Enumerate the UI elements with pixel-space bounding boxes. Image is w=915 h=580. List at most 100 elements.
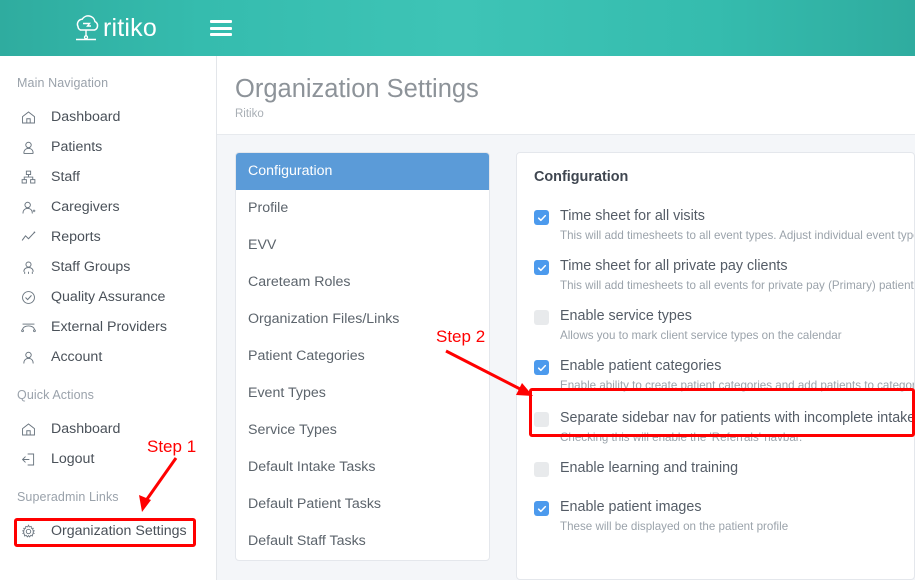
sidebar-item-label: Dashboard	[51, 421, 120, 437]
home-icon	[20, 109, 37, 126]
page-title: Organization Settings	[235, 74, 915, 105]
option-row-time-sheet-private-pay[interactable]: Time sheet for all private pay clients T…	[534, 257, 914, 292]
option-label: Enable learning and training	[560, 460, 738, 476]
settings-menu-item-label: EVV	[248, 237, 276, 253]
settings-menu-item-careteam-roles[interactable]: Careteam Roles	[236, 264, 489, 301]
option-label: Time sheet for all private pay clients	[560, 258, 788, 274]
settings-menu-item-patient-categories[interactable]: Patient Categories	[236, 338, 489, 375]
app-window: ritiko Main Navigation Dashboard Patient…	[0, 0, 915, 580]
checkbox-enable-service-types[interactable]	[534, 310, 549, 325]
user-icon	[20, 349, 37, 366]
sidebar-item-label: Reports	[51, 229, 101, 245]
settings-menu-item-label: Service Types	[248, 422, 337, 438]
sidebar-item-staff-groups[interactable]: Staff Groups	[0, 252, 216, 282]
settings-menu-item-label: Configuration	[248, 163, 332, 179]
option-row-enable-service-types[interactable]: Enable service types Allows you to mark …	[534, 307, 914, 342]
settings-menu-item-label: Organization Files/Links	[248, 311, 399, 327]
settings-menu-item-label: Default Intake Tasks	[248, 459, 376, 475]
home-icon	[20, 421, 37, 438]
settings-menu-item-label: Default Patient Tasks	[248, 496, 381, 512]
settings-menu-item-service-types[interactable]: Service Types	[236, 412, 489, 449]
network-arc-icon	[20, 319, 37, 336]
sidebar-item-logout[interactable]: Logout	[0, 444, 216, 474]
option-description: Checking this will enable the 'Referrals…	[560, 431, 914, 444]
option-label: Enable service types	[560, 308, 692, 324]
settings-menu-item-evv[interactable]: EVV	[236, 227, 489, 264]
sidebar-item-label: Quality Assurance	[51, 289, 165, 305]
sidebar-item-quick-dashboard[interactable]: Dashboard	[0, 414, 216, 444]
hamburger-icon[interactable]	[210, 18, 232, 38]
hamburger-bar	[210, 27, 232, 30]
sidebar-item-external-providers[interactable]: External Providers	[0, 312, 216, 342]
check-circle-icon	[20, 289, 37, 306]
sidebar: Main Navigation Dashboard Patients	[0, 56, 217, 580]
option-description: This will add timesheets to all events f…	[560, 279, 914, 292]
option-label: Enable patient categories	[560, 358, 721, 374]
option-label: Separate sidebar nav for patients with i…	[560, 410, 915, 426]
settings-menu-item-default-patient-tasks[interactable]: Default Patient Tasks	[236, 486, 489, 523]
brand-name: ritiko	[103, 14, 157, 43]
settings-menu-item-label: Profile	[248, 200, 288, 216]
settings-menu-item-default-staff-tasks[interactable]: Default Staff Tasks	[236, 523, 489, 560]
checkbox-enable-patient-images[interactable]	[534, 501, 549, 516]
settings-menu-item-default-intake-tasks[interactable]: Default Intake Tasks	[236, 449, 489, 486]
cloud-icon	[69, 13, 101, 43]
sidebar-item-label: Staff Groups	[51, 259, 130, 275]
sidebar-section-title-superadmin: Superadmin Links	[0, 490, 216, 504]
option-row-enable-patient-categories[interactable]: Enable patient categories Enable ability…	[534, 357, 914, 392]
panel-title: Configuration	[534, 169, 914, 185]
option-description: Enable ability to create patient categor…	[560, 379, 914, 392]
top-bar: ritiko	[0, 0, 915, 56]
org-chart-icon	[20, 169, 37, 186]
settings-menu-item-label: Default Staff Tasks	[248, 533, 366, 549]
checkbox-enable-learning-training[interactable]	[534, 462, 549, 477]
sidebar-item-patients[interactable]: Patients	[0, 132, 216, 162]
option-label: Time sheet for all visits	[560, 208, 705, 224]
option-row-separate-sidebar-nav[interactable]: Separate sidebar nav for patients with i…	[534, 409, 914, 444]
sidebar-item-account[interactable]: Account	[0, 342, 216, 372]
sidebar-section-title-quick: Quick Actions	[0, 388, 216, 402]
sidebar-item-reports[interactable]: Reports	[0, 222, 216, 252]
checkbox-time-sheet-private-pay[interactable]	[534, 260, 549, 275]
check-icon	[537, 263, 547, 273]
brand-logo-group[interactable]: ritiko	[69, 13, 157, 43]
check-icon	[537, 504, 547, 514]
sidebar-item-quality-assurance[interactable]: Quality Assurance	[0, 282, 216, 312]
sidebar-spacer	[0, 474, 216, 490]
page-body: Configuration Profile EVV Careteam Roles…	[217, 135, 915, 580]
checkbox-time-sheet-all-visits[interactable]	[534, 210, 549, 225]
configuration-panel: Configuration Time sheet for all visits …	[516, 152, 915, 580]
settings-menu-item-label: Careteam Roles	[248, 274, 351, 290]
user-plus-icon	[20, 199, 37, 216]
settings-menu-item-configuration[interactable]: Configuration	[236, 153, 489, 190]
option-label: Enable patient images	[560, 499, 701, 515]
sidebar-spacer	[0, 372, 216, 388]
logout-icon	[20, 451, 37, 468]
hamburger-bar	[210, 33, 232, 36]
settings-menu-item-profile[interactable]: Profile	[236, 190, 489, 227]
user-group-icon	[20, 259, 37, 276]
option-row-time-sheet-all-visits[interactable]: Time sheet for all visits This will add …	[534, 207, 914, 242]
sidebar-item-caregivers[interactable]: Caregivers	[0, 192, 216, 222]
sidebar-item-dashboard[interactable]: Dashboard	[0, 102, 216, 132]
settings-menu-item-event-types[interactable]: Event Types	[236, 375, 489, 412]
line-chart-icon	[20, 229, 37, 246]
option-row-enable-learning-training[interactable]: Enable learning and training	[534, 459, 914, 477]
settings-menu-item-organization-files-links[interactable]: Organization Files/Links	[236, 301, 489, 338]
check-icon	[537, 213, 547, 223]
sidebar-section-title-main: Main Navigation	[0, 76, 216, 90]
sidebar-item-organization-settings[interactable]: Organization Settings	[0, 516, 216, 546]
option-description: Allows you to mark client service types …	[560, 329, 842, 342]
check-icon	[537, 363, 547, 373]
sidebar-item-label: Patients	[51, 139, 102, 155]
option-row-enable-patient-images[interactable]: Enable patient images These will be disp…	[534, 498, 914, 533]
checkbox-enable-patient-categories[interactable]	[534, 360, 549, 375]
page-subtitle: Ritiko	[235, 108, 915, 120]
settings-menu-item-label: Patient Categories	[248, 348, 365, 364]
checkbox-separate-sidebar-nav[interactable]	[534, 412, 549, 427]
sidebar-item-label: Logout	[51, 451, 94, 467]
user-badge-icon	[20, 139, 37, 156]
option-description: This will add timesheets to all event ty…	[560, 229, 914, 242]
settings-menu-list: Configuration Profile EVV Careteam Roles…	[235, 152, 490, 561]
sidebar-item-staff[interactable]: Staff	[0, 162, 216, 192]
